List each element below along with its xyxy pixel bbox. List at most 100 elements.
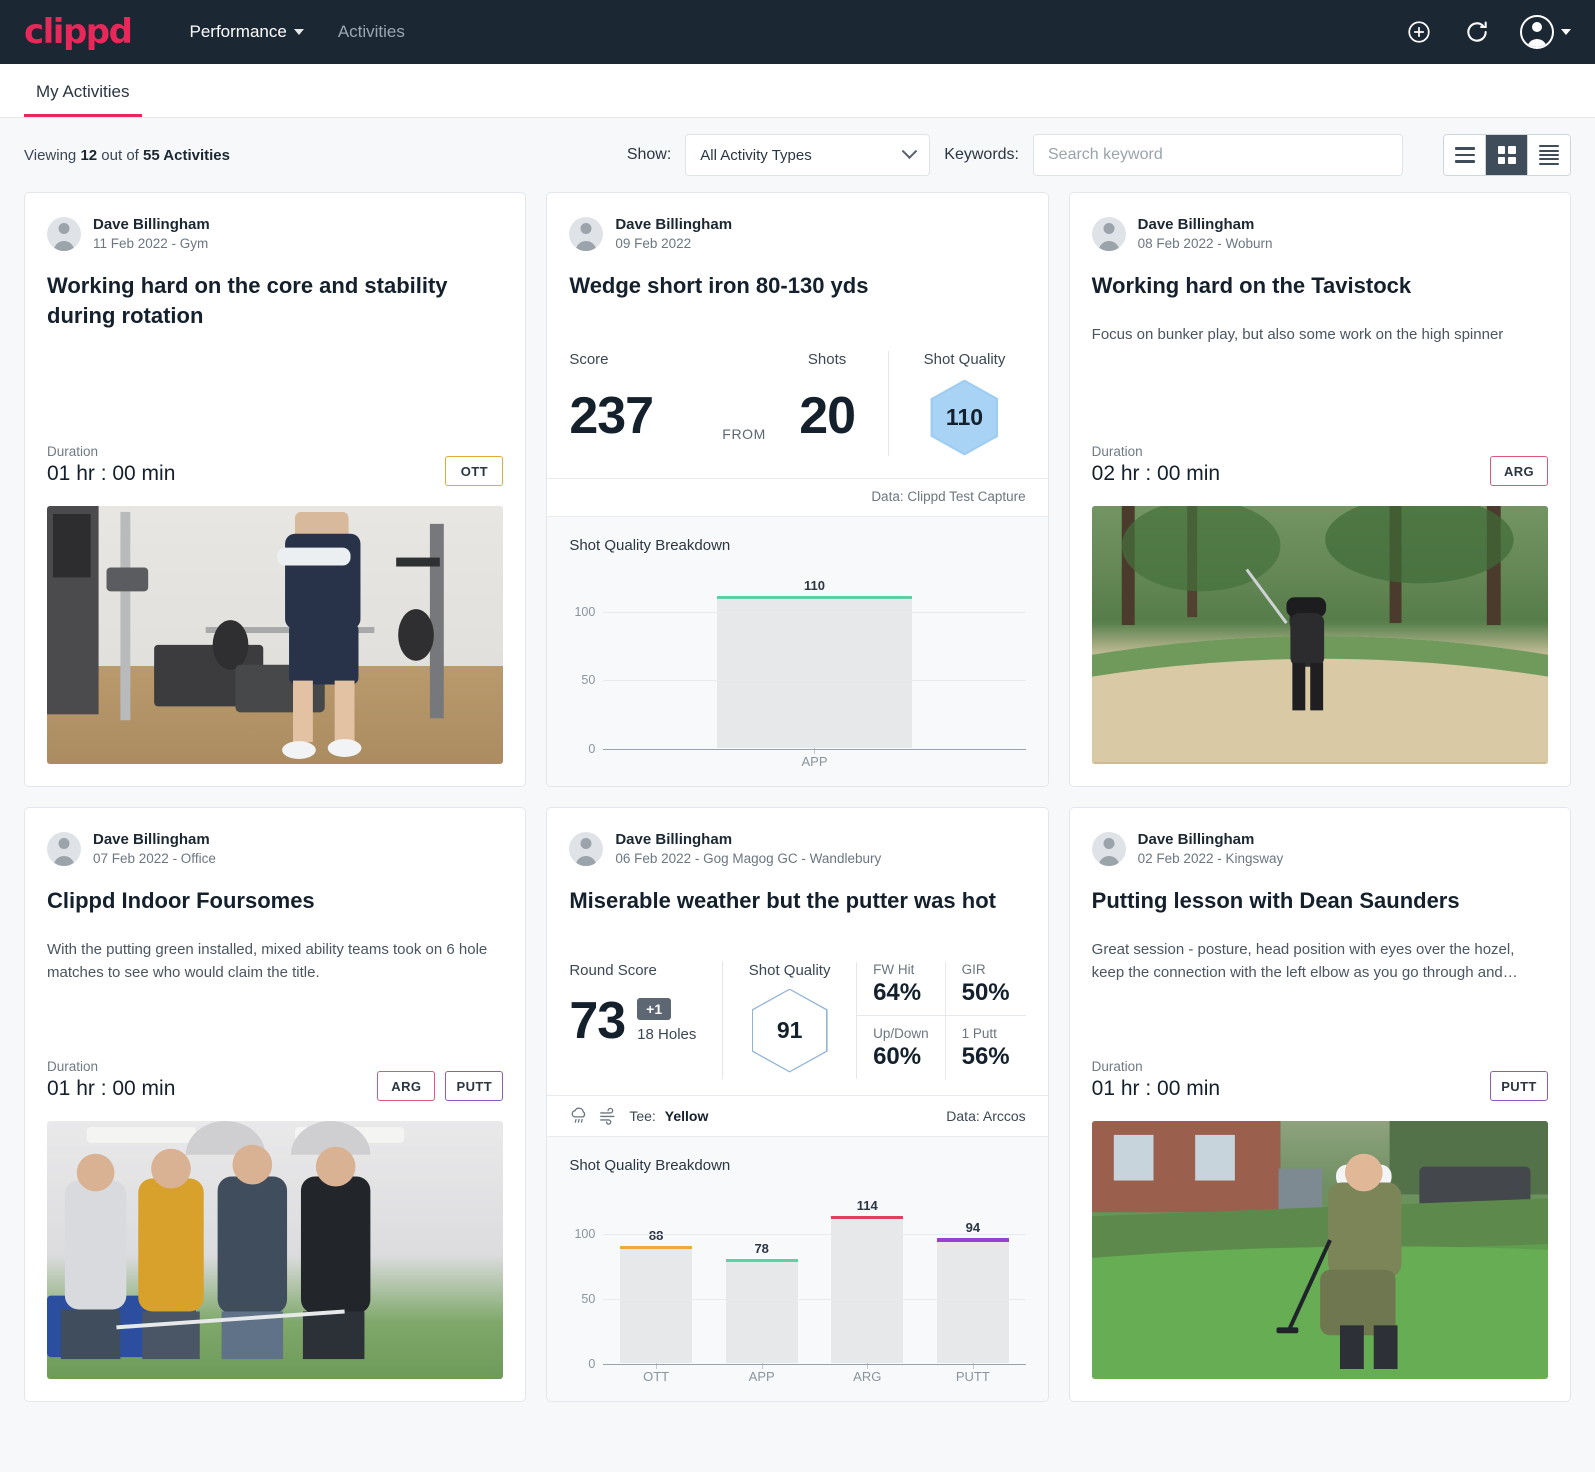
from-label: FROM bbox=[722, 425, 766, 442]
bar-column: 110 bbox=[717, 577, 912, 748]
viewing-prefix: Viewing bbox=[24, 146, 77, 164]
metric-label: FW Hit bbox=[873, 961, 915, 977]
author-name: Dave Billingham bbox=[615, 831, 733, 848]
bar bbox=[725, 1258, 798, 1363]
tag-arg[interactable]: ARG bbox=[1490, 456, 1548, 486]
activity-title: Working hard on the core and stability d… bbox=[47, 273, 448, 328]
activity-photo[interactable] bbox=[1091, 1121, 1548, 1379]
gridline bbox=[603, 611, 1026, 613]
activity-card[interactable]: Dave Billingham 09 Feb 2022 Wedge short … bbox=[546, 192, 1049, 787]
duration-label: Duration bbox=[1091, 444, 1143, 459]
show-label: Show: bbox=[626, 146, 672, 163]
avatar bbox=[1520, 15, 1554, 49]
activity-card[interactable]: Dave Billingham 08 Feb 2022 - Woburn Wor… bbox=[1068, 192, 1571, 787]
x-axis: OTT APP ARG PUTT bbox=[603, 1362, 1025, 1389]
gridline bbox=[603, 1233, 1026, 1235]
stats-row: Score 237 FROM Shots 20 Shot Quality 110 bbox=[547, 327, 1047, 478]
metric-up-down: Up/Down 60% bbox=[857, 1015, 946, 1079]
activity-card[interactable]: Dave Billingham 07 Feb 2022 - Office Cli… bbox=[24, 807, 527, 1402]
metric-label: GIR bbox=[961, 961, 986, 977]
card-header: Dave Billingham 07 Feb 2022 - Office bbox=[47, 830, 503, 868]
bar-value-label: 110 bbox=[804, 577, 825, 593]
nav-item-activities[interactable]: Activities bbox=[338, 22, 405, 42]
avatar bbox=[1091, 832, 1126, 867]
shot-quality-chart-panel: Shot Quality Breakdown 0 50 100 110 APP bbox=[547, 515, 1048, 786]
bar-value-label: 114 bbox=[856, 1197, 878, 1213]
bar bbox=[620, 1245, 692, 1363]
gym-detail bbox=[47, 506, 444, 759]
account-menu[interactable] bbox=[1520, 15, 1571, 49]
duration-value: 02 hr : 00 min bbox=[1091, 462, 1221, 485]
tab-my-activities[interactable]: My Activities bbox=[24, 82, 142, 117]
nav-item-performance-label: Performance bbox=[189, 22, 287, 41]
bar-value-label: 88 bbox=[648, 1227, 664, 1243]
indoor-detail bbox=[47, 1121, 405, 1360]
metric-label: Up/Down bbox=[873, 1025, 929, 1041]
primary-nav: Performance Activities bbox=[189, 22, 404, 42]
shots-label: Shots bbox=[807, 350, 847, 368]
search-input[interactable] bbox=[1033, 134, 1403, 176]
refresh-icon[interactable] bbox=[1462, 17, 1492, 47]
tag-ott[interactable]: OTT bbox=[445, 456, 504, 486]
activity-card[interactable]: Dave Billingham 11 Feb 2022 - Gym Workin… bbox=[24, 192, 527, 787]
grid-view-button[interactable] bbox=[1486, 135, 1528, 175]
author-name: Dave Billingham bbox=[1137, 216, 1255, 233]
x-axis-tick-label: APP bbox=[717, 747, 911, 769]
card-header: Dave Billingham 06 Feb 2022 - Gog Magog … bbox=[569, 830, 1025, 868]
nav-item-performance[interactable]: Performance bbox=[189, 22, 304, 42]
y-axis-tick: 50 bbox=[581, 1291, 596, 1306]
data-source: Data: Clippd Test Capture bbox=[871, 488, 1026, 504]
tag-arg[interactable]: ARG bbox=[377, 1071, 436, 1101]
bar bbox=[717, 595, 912, 748]
tag-list: ARG PUTT bbox=[377, 1071, 504, 1101]
bar-column: 88 bbox=[620, 1198, 692, 1363]
activity-meta: 09 Feb 2022 bbox=[615, 236, 692, 252]
filter-bar: Viewing 12 out of 55 Activities Show: Al… bbox=[0, 118, 1595, 192]
bars-area: 88 78 114 94 bbox=[603, 1197, 1025, 1363]
keywords-label: Keywords: bbox=[944, 146, 1019, 163]
avatar bbox=[47, 832, 81, 867]
rain-cloud-icon bbox=[571, 1107, 586, 1123]
compact-list-view-button[interactable] bbox=[1528, 135, 1570, 175]
list-view-button[interactable] bbox=[1444, 135, 1486, 175]
avatar bbox=[47, 217, 81, 252]
clippd-logo[interactable]: clippd bbox=[24, 15, 133, 49]
activity-photo[interactable] bbox=[47, 506, 504, 764]
putting-green-detail bbox=[1091, 1121, 1548, 1377]
compact-list-view-icon bbox=[1539, 145, 1559, 165]
results-count: Viewing 12 out of 55 Activities bbox=[24, 147, 230, 164]
tag-putt[interactable]: PUTT bbox=[445, 1071, 504, 1101]
y-axis-tick: 0 bbox=[588, 741, 596, 756]
author-name: Dave Billingham bbox=[1137, 831, 1255, 848]
y-axis: 0 50 100 bbox=[569, 1198, 603, 1371]
activity-card[interactable]: Dave Billingham 06 Feb 2022 - Gog Magog … bbox=[546, 807, 1049, 1402]
tag-putt[interactable]: PUTT bbox=[1490, 1071, 1548, 1101]
activity-photo[interactable] bbox=[1091, 506, 1548, 764]
activity-meta: 02 Feb 2022 - Kingsway bbox=[1137, 851, 1284, 867]
add-icon[interactable] bbox=[1404, 17, 1434, 47]
card-header: Dave Billingham 08 Feb 2022 - Woburn bbox=[1091, 215, 1548, 253]
y-axis: 0 50 100 bbox=[569, 578, 603, 756]
activity-title: Putting lesson with Dean Saunders bbox=[1091, 888, 1460, 914]
activity-meta: 07 Feb 2022 - Office bbox=[93, 851, 216, 867]
round-stats-row: Round Score 73 +1 18 Holes Shot Quality … bbox=[547, 938, 1047, 1095]
tag-list: OTT bbox=[445, 456, 504, 486]
activity-type-select[interactable]: All Activity Types bbox=[685, 134, 931, 176]
activity-title: Miserable weather but the putter was hot bbox=[569, 888, 996, 914]
chevron-down-icon bbox=[1561, 29, 1571, 35]
activity-card-grid: Dave Billingham 11 Feb 2022 - Gym Workin… bbox=[0, 192, 1595, 1402]
author-name: Dave Billingham bbox=[615, 216, 733, 233]
tee-value: Yellow bbox=[664, 1107, 709, 1124]
shot-quality-hexagon: 91 bbox=[751, 988, 828, 1073]
chevron-down-icon bbox=[293, 29, 304, 35]
bar-column: 114 bbox=[831, 1197, 904, 1363]
duration-value: 01 hr : 00 min bbox=[47, 1077, 176, 1100]
avatar bbox=[569, 217, 604, 252]
activity-card[interactable]: Dave Billingham 02 Feb 2022 - Kingsway P… bbox=[1068, 807, 1571, 1402]
activity-photo[interactable] bbox=[47, 1121, 504, 1379]
avatar bbox=[569, 832, 604, 867]
activity-type-value: All Activity Types bbox=[700, 146, 812, 164]
shot-quality-label: Shot Quality bbox=[748, 961, 831, 979]
bar-value-label: 78 bbox=[754, 1240, 769, 1256]
y-axis-tick: 100 bbox=[574, 1226, 596, 1241]
